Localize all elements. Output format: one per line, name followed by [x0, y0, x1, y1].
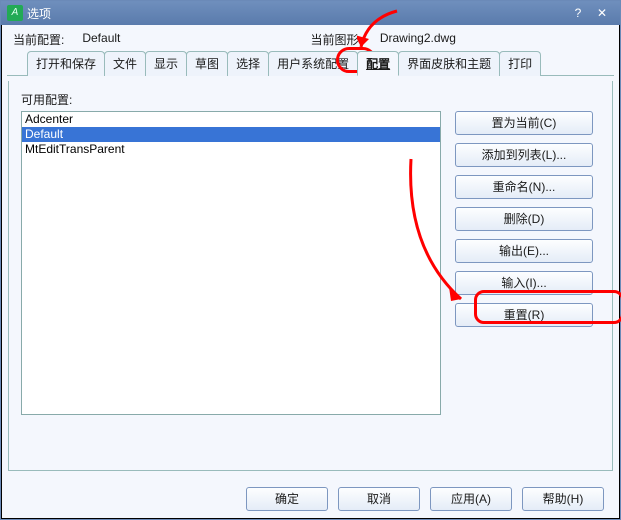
close-icon[interactable]: ✕	[590, 4, 614, 22]
tab-selection[interactable]: 选择	[227, 51, 269, 76]
tab-profiles[interactable]: 配置	[357, 51, 399, 76]
list-item[interactable]: Adcenter	[22, 112, 440, 127]
header-info: 当前配置: Default 当前图形: Drawing2.dwg	[1, 25, 620, 50]
dialog-title: 选项	[27, 5, 51, 22]
reset-button[interactable]: 重置(R)	[455, 303, 593, 327]
tab-skin-theme[interactable]: 界面皮肤和主题	[398, 51, 500, 76]
dialog-footer: 确定 取消 应用(A) 帮助(H)	[1, 487, 620, 511]
current-profile-label: 当前配置:	[13, 31, 64, 48]
profile-action-buttons: 置为当前(C) 添加到列表(L)... 重命名(N)... 删除(D) 输出(E…	[455, 111, 593, 415]
ok-button[interactable]: 确定	[246, 487, 328, 511]
add-to-list-button[interactable]: 添加到列表(L)...	[455, 143, 593, 167]
profiles-listbox[interactable]: Adcenter Default MtEditTransParent	[21, 111, 441, 415]
tab-panel-profiles: 可用配置: Adcenter Default MtEditTransParent…	[8, 81, 613, 471]
help-icon[interactable]: ?	[566, 4, 590, 22]
app-icon: A	[7, 5, 23, 21]
delete-button[interactable]: 删除(D)	[455, 207, 593, 231]
current-profile-value: Default	[82, 31, 120, 48]
titlebar: A 选项 ? ✕	[1, 1, 620, 25]
help-button[interactable]: 帮助(H)	[522, 487, 604, 511]
tab-drafting[interactable]: 草图	[186, 51, 228, 76]
tab-open-save[interactable]: 打开和保存	[27, 51, 105, 76]
list-item[interactable]: Default	[22, 127, 440, 142]
list-item[interactable]: MtEditTransParent	[22, 142, 440, 157]
options-dialog: A 选项 ? ✕ 当前配置: Default 当前图形: Drawing2.dw…	[0, 0, 621, 520]
tab-file[interactable]: 文件	[104, 51, 146, 76]
cancel-button[interactable]: 取消	[338, 487, 420, 511]
current-drawing-label: 当前图形:	[311, 31, 362, 48]
export-button[interactable]: 输出(E)...	[455, 239, 593, 263]
tab-print[interactable]: 打印	[499, 51, 541, 76]
tab-user-prefs[interactable]: 用户系统配置	[268, 51, 358, 76]
tab-display[interactable]: 显示	[145, 51, 187, 76]
rename-button[interactable]: 重命名(N)...	[455, 175, 593, 199]
current-drawing-value: Drawing2.dwg	[380, 31, 456, 48]
tabbar: 打开和保存 文件 显示 草图 选择 用户系统配置 配置 界面皮肤和主题 打印	[7, 50, 614, 76]
set-current-button[interactable]: 置为当前(C)	[455, 111, 593, 135]
apply-button[interactable]: 应用(A)	[430, 487, 512, 511]
available-profiles-label: 可用配置:	[21, 91, 600, 108]
import-button[interactable]: 输入(I)...	[455, 271, 593, 295]
